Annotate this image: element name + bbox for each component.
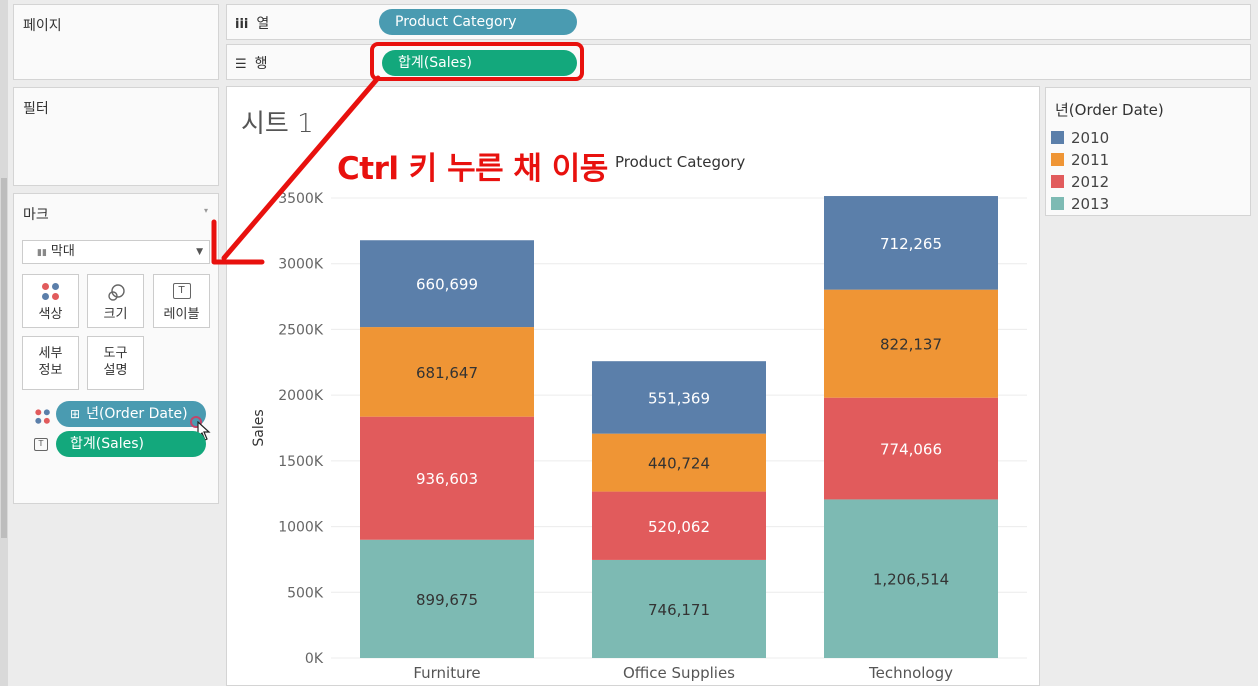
tooltip-button[interactable]: 도구 설명: [87, 336, 144, 390]
legend-item-2013[interactable]: 2013: [1051, 194, 1109, 214]
legend-item-2012[interactable]: 2012: [1051, 172, 1109, 192]
color-legend: 년(Order Date) 2010 2011 2012 2013: [1045, 87, 1251, 216]
legend-item-2011[interactable]: 2011: [1051, 150, 1109, 170]
color-dots-icon: [41, 283, 60, 301]
y-tick-label: 500K: [287, 585, 324, 601]
color-button-label: 색상: [38, 307, 63, 322]
worksheet-view: 시트 1 Ctrl 키 누른 채 이동 Product Category 0K 5…: [226, 86, 1040, 686]
data-label: 746,171: [648, 601, 710, 619]
legend-swatch: [1051, 197, 1064, 210]
legend-swatch: [1051, 131, 1064, 144]
label-button-label: 레이블: [163, 307, 200, 322]
y-tick-label: 0K: [305, 651, 324, 667]
filters-card[interactable]: 필터: [13, 87, 219, 186]
size-icon: [106, 283, 126, 307]
legend-title: 년(Order Date): [1055, 101, 1164, 119]
size-button-label: 크기: [103, 307, 128, 322]
y-tick-label: 1500K: [278, 454, 324, 470]
detail-button[interactable]: 세부 정보: [22, 336, 79, 390]
data-label: 1,206,514: [873, 571, 949, 589]
data-label: 774,066: [880, 441, 942, 459]
field-pill-sum-sales[interactable]: 합계(Sales): [56, 431, 206, 457]
mark-type-value: 막대: [50, 244, 75, 259]
y-tick-label: 3000K: [278, 257, 324, 273]
chevron-down-icon: ▼: [196, 247, 203, 257]
pages-card-title: 페이지: [23, 18, 62, 34]
x-tick-label: Technology: [868, 664, 953, 682]
data-label: 660,699: [416, 276, 478, 294]
highlight-box: [370, 42, 584, 81]
size-button[interactable]: 크기: [87, 274, 144, 328]
columns-pill-product-category[interactable]: Product Category: [379, 9, 577, 35]
field-pill-label: 년(Order Date): [86, 406, 188, 422]
y-axis-label: Sales: [251, 409, 267, 446]
bar-chart-icon: ▮▮: [37, 248, 47, 258]
x-tick-label: Office Supplies: [623, 664, 735, 682]
y-tick-label: 1000K: [278, 520, 324, 536]
tableau-workspace: 페이지 필터 마크 ▾ ▮▮ 막대 ▼ 색상 크기 T 레이블 세부 정보 도구…: [0, 0, 1258, 686]
filters-card-title: 필터: [23, 101, 49, 117]
marks-card-menu-icon[interactable]: ▾: [204, 206, 208, 215]
y-tick-label: 3500K: [278, 191, 324, 207]
data-label: 520,062: [648, 518, 710, 536]
x-tick-label: Furniture: [413, 664, 480, 682]
legend-swatch: [1051, 153, 1064, 166]
stacked-bar-chart: 0K 500K 1000K 1500K 2000K 2500K 3000K 3500K Sale…: [251, 191, 1027, 682]
field-pill-order-date[interactable]: ⊞ 년(Order Date): [56, 401, 206, 427]
data-label: 681,647: [416, 364, 478, 382]
marks-card-title: 마크: [23, 207, 49, 223]
pages-card[interactable]: 페이지: [13, 4, 219, 80]
data-label: 936,603: [416, 470, 478, 488]
data-label: 440,724: [648, 455, 710, 473]
data-label: 899,675: [416, 591, 478, 609]
label-button[interactable]: T 레이블: [153, 274, 210, 328]
field-pill-label: 합계(Sales): [70, 436, 144, 452]
legend-item-2010[interactable]: 2010: [1051, 128, 1109, 148]
marks-card: 마크 ▾ ▮▮ 막대 ▼ 색상 크기 T 레이블 세부 정보 도구 설명 ⊞ 년…: [13, 193, 219, 504]
rows-icon: ☰: [235, 57, 247, 72]
columns-shelf-label: iii 열: [235, 16, 270, 32]
y-tick-label: 2000K: [278, 388, 324, 404]
data-label: 712,265: [880, 235, 942, 253]
text-label-icon: T: [172, 283, 191, 299]
detail-button-label: 세부 정보: [38, 346, 63, 378]
text-label-icon: T: [34, 438, 48, 451]
rows-shelf-label: ☰ 행: [235, 56, 268, 72]
columns-icon: iii: [235, 17, 249, 32]
data-label: 551,369: [648, 389, 710, 407]
left-edge-strip: [0, 0, 8, 686]
data-label: 822,137: [880, 336, 942, 354]
expand-icon[interactable]: ⊞: [70, 407, 80, 421]
side-scrollbar[interactable]: [1, 178, 7, 538]
color-dots-icon: [34, 408, 52, 426]
legend-swatch: [1051, 175, 1064, 188]
columns-shelf[interactable]: iii 열 Product Category: [226, 4, 1251, 40]
mark-type-dropdown[interactable]: ▮▮ 막대 ▼: [22, 240, 210, 264]
tooltip-button-label: 도구 설명: [103, 346, 128, 378]
color-button[interactable]: 색상: [22, 274, 79, 328]
y-tick-label: 2500K: [278, 322, 324, 338]
